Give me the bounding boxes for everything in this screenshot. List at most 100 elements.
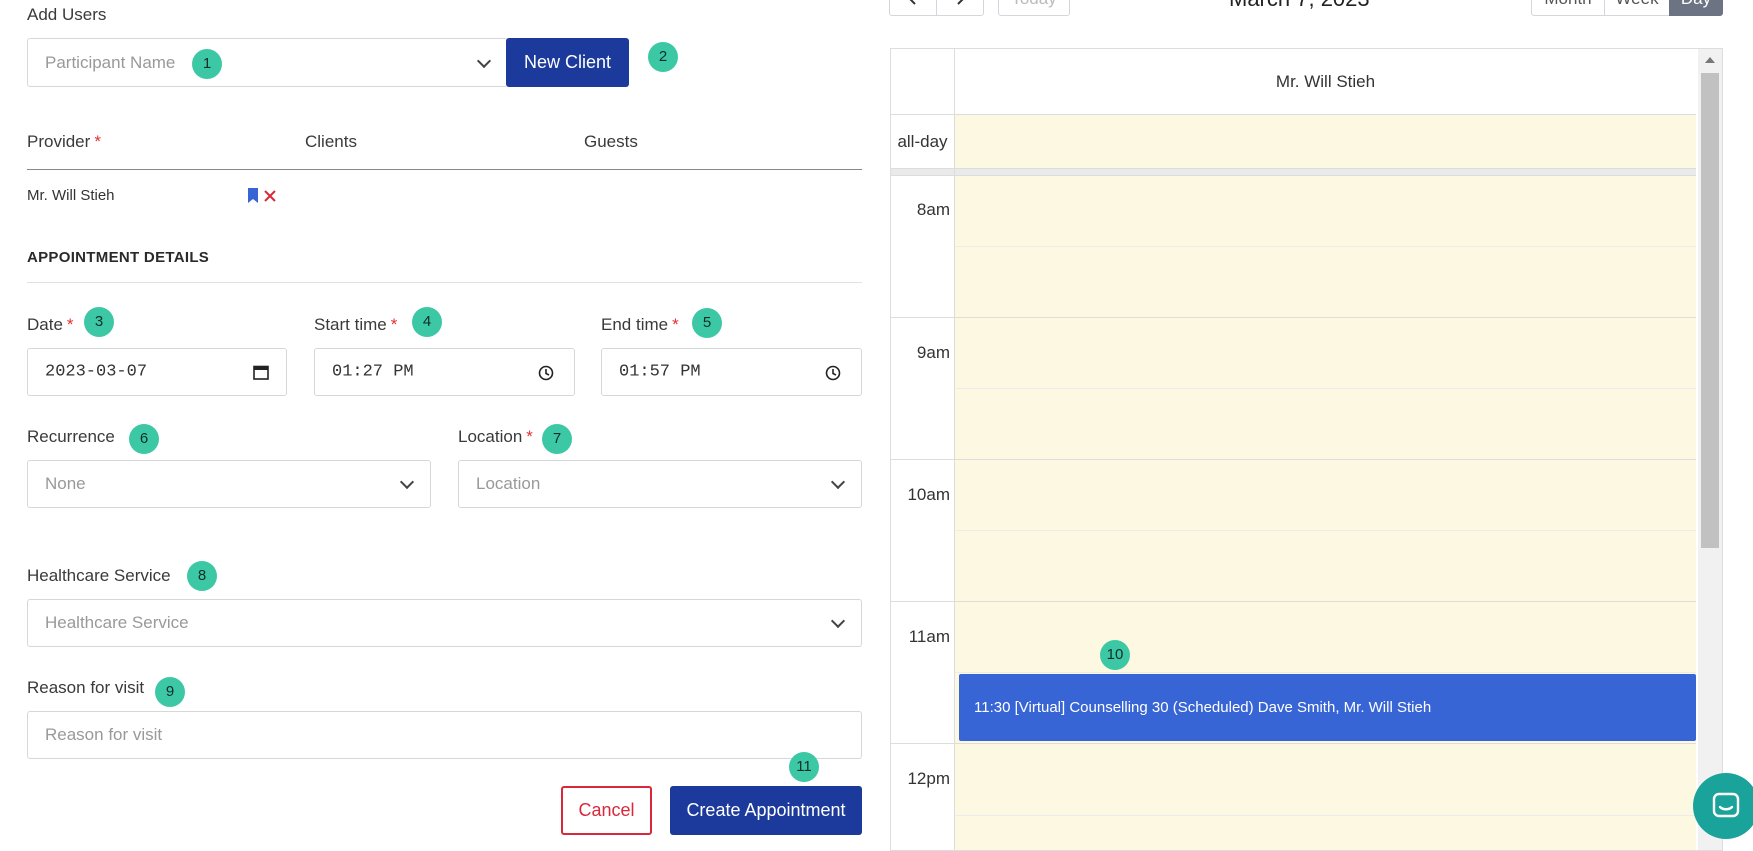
scrollbar-thumb[interactable] [1701,73,1719,548]
end-time-value: 01:57 PM [619,362,701,382]
resource-header: Mr. Will Stieh [1275,71,1376,91]
calendar-date-title: March 7, 2023 [1229,0,1370,12]
chevron-down-icon [476,53,492,68]
reason-label: Reason for visit [27,678,145,697]
hour-line [891,317,1696,318]
provider-header-label: Provider [27,132,91,151]
view-week-button[interactable]: Week [1604,0,1670,16]
section-divider [27,282,862,283]
end-time-label: End time * [601,315,679,335]
new-client-button[interactable]: New Client [506,38,629,87]
required-mark: * [672,315,679,334]
participant-name-placeholder: Participant Name [45,52,176,72]
prev-button[interactable] [889,0,937,16]
half-hour-line [954,530,1696,531]
required-mark: * [66,315,74,334]
calendar-icon[interactable] [253,364,269,380]
end-time-input[interactable]: 01:57 PM [601,348,862,396]
recurrence-value: None [45,474,86,493]
participants-divider [27,169,862,170]
next-button[interactable] [936,0,984,16]
half-hour-line [954,246,1696,247]
cancel-button[interactable]: Cancel [561,786,652,835]
step-badge-4: 4 [412,307,442,337]
date-input[interactable]: 2023-03-07 [27,348,287,396]
end-time-label-text: End time [601,315,669,334]
healthcare-service-label: Healthcare Service [27,566,171,585]
recurrence-select[interactable]: None [27,460,431,508]
start-time-label-text: Start time [314,315,387,334]
guests-header: Guests [584,132,638,151]
reason-placeholder: Reason for visit [45,725,163,744]
add-users-title: Add Users [27,5,107,24]
step-badge-5: 5 [692,308,722,338]
step-badge-8: 8 [187,561,217,591]
clock-icon[interactable] [825,365,841,381]
start-time-input[interactable]: 01:27 PM [314,348,575,396]
location-label-text: Location [458,427,523,446]
step-badge-1: 1 [192,49,222,79]
start-time-label: Start time * [314,315,397,335]
hour-line [891,743,1696,744]
clients-header: Clients [305,132,357,151]
chevron-down-icon [399,474,415,490]
step-badge-10: 10 [1100,640,1130,670]
grid-top-line [891,175,1696,176]
chat-icon [1712,792,1740,818]
chat-launcher-button[interactable] [1693,773,1753,839]
clock-icon[interactable] [538,365,554,381]
all-day-area[interactable] [955,114,1696,168]
start-time-value: 01:27 PM [332,362,414,382]
date-value: 2023-03-07 [45,362,148,382]
chevron-right-icon [957,0,964,5]
chevron-down-icon [830,474,846,490]
time-label-9am: 9am [916,343,950,362]
bookmark-icon[interactable] [247,187,259,204]
hour-line [891,459,1696,460]
appointment-details-title: APPOINTMENT DETAILS [27,249,210,266]
time-label-11am: 11am [908,627,950,646]
step-badge-7: 7 [542,424,572,454]
reason-input[interactable]: Reason for visit [27,711,862,759]
location-label: Location * [458,427,533,447]
participant-name-select[interactable]: Participant Name [27,38,508,87]
recurrence-label: Recurrence [27,427,115,446]
chevron-left-icon [909,0,916,5]
appointment-event[interactable]: 11:30 [Virtual] Counselling 30 (Schedule… [959,674,1696,741]
step-badge-11: 11 [789,752,819,782]
required-mark: * [390,315,398,334]
calendar-scrollbar[interactable] [1698,49,1722,850]
view-day-button[interactable]: Day [1669,0,1723,16]
date-label-text: Date [27,315,63,334]
time-label-10am: 10am [907,485,950,504]
half-hour-line [954,388,1696,389]
calendar-grid: Mr. Will Stieh all-day 8am 9am 10am 11am… [890,48,1723,851]
all-day-label: all-day [897,132,948,151]
step-badge-2: 2 [648,42,678,72]
chevron-down-icon [830,613,846,629]
today-button[interactable]: Today [998,0,1070,16]
time-grid-area[interactable] [955,176,1696,850]
required-mark: * [526,427,533,446]
time-gutter-divider [954,49,955,850]
step-badge-9: 9 [155,677,185,707]
create-appointment-button[interactable]: Create Appointment [670,786,862,835]
close-icon[interactable] [263,189,277,203]
location-placeholder: Location [476,474,541,493]
time-label-8am: 8am [916,200,950,219]
step-badge-6: 6 [129,424,159,454]
provider-name: Mr. Will Stieh [27,187,115,204]
date-label: Date * [27,315,74,335]
healthcare-service-placeholder: Healthcare Service [45,613,189,632]
step-badge-3: 3 [84,307,114,337]
half-hour-line [954,672,1696,673]
time-label-12pm: 12pm [907,769,950,788]
healthcare-service-select[interactable]: Healthcare Service [27,599,862,647]
view-month-button[interactable]: Month [1531,0,1605,16]
provider-header: Provider * [27,132,101,152]
location-select[interactable]: Location [458,460,862,508]
scroll-up-arrow-icon[interactable] [1705,57,1715,63]
header-divider [891,114,1696,115]
hour-line [891,601,1696,602]
required-mark: * [94,132,101,151]
